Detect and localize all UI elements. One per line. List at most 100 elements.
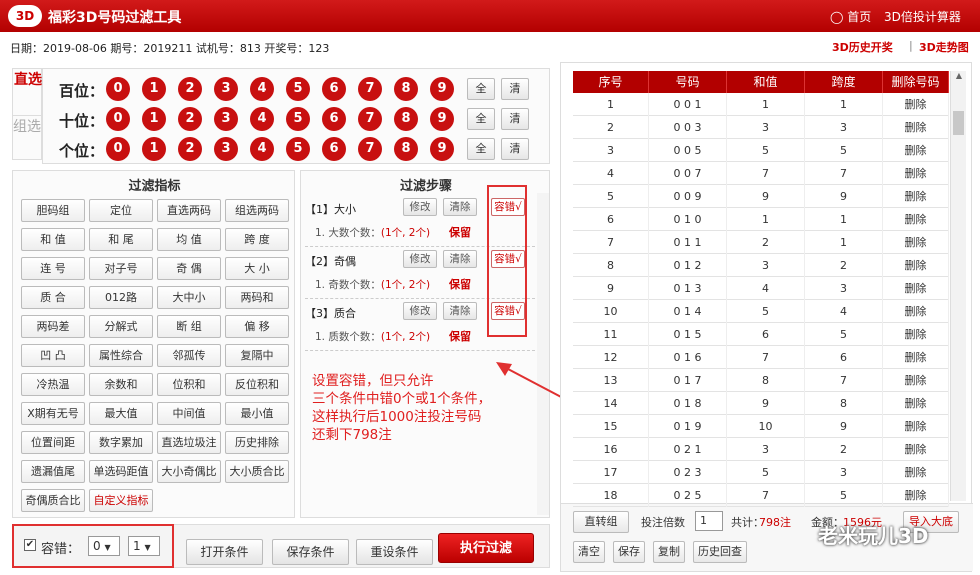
mode-direct-tab[interactable]: 直选 <box>13 71 43 89</box>
multiple-input[interactable]: 1 <box>695 511 723 531</box>
indicator-button-24[interactable]: 冷热温 <box>21 373 85 396</box>
indicator-button-34[interactable]: 直选垃圾注 <box>157 431 221 454</box>
digit-ball-hundreds-0[interactable]: 0 <box>106 77 130 101</box>
table-cell-4[interactable]: 删除 <box>883 139 949 162</box>
digit-ball-tens-4[interactable]: 4 <box>250 107 274 131</box>
table-cell-4[interactable]: 删除 <box>883 438 949 461</box>
digit-ball-hundreds-5[interactable]: 5 <box>286 77 310 101</box>
indicator-button-6[interactable]: 均 值 <box>157 228 221 251</box>
table-cell-4[interactable]: 删除 <box>883 323 949 346</box>
digit-ball-tens-0[interactable]: 0 <box>106 107 130 131</box>
trend-chart-link[interactable]: 3D走势图 <box>919 39 969 55</box>
select-all-button-units[interactable]: 全 <box>467 138 495 160</box>
indicator-button-28[interactable]: X期有无号 <box>21 402 85 425</box>
digit-ball-tens-3[interactable]: 3 <box>214 107 238 131</box>
step-clear-button-2[interactable]: 清除 <box>443 250 477 268</box>
digit-ball-units-4[interactable]: 4 <box>250 137 274 161</box>
indicator-button-31[interactable]: 最小值 <box>225 402 289 425</box>
copy-button[interactable]: 复制 <box>653 541 685 563</box>
indicator-button-32[interactable]: 位置间距 <box>21 431 85 454</box>
digit-ball-tens-7[interactable]: 7 <box>358 107 382 131</box>
indicator-button-40[interactable]: 奇偶质合比 <box>21 489 85 512</box>
digit-ball-tens-2[interactable]: 2 <box>178 107 202 131</box>
indicator-button-21[interactable]: 属性综合 <box>89 344 153 367</box>
digit-ball-units-0[interactable]: 0 <box>106 137 130 161</box>
clear-button-tens[interactable]: 清 <box>501 108 529 130</box>
digit-ball-tens-1[interactable]: 1 <box>142 107 166 131</box>
indicator-button-36[interactable]: 遗漏值尾 <box>21 460 85 483</box>
indicator-button-38[interactable]: 大小奇偶比 <box>157 460 221 483</box>
digit-ball-units-8[interactable]: 8 <box>394 137 418 161</box>
table-cell-4[interactable]: 删除 <box>883 116 949 139</box>
step-clear-button-3[interactable]: 清除 <box>443 302 477 320</box>
digit-ball-units-3[interactable]: 3 <box>214 137 238 161</box>
indicator-button-27[interactable]: 反位积和 <box>225 373 289 396</box>
indicator-button-29[interactable]: 最大值 <box>89 402 153 425</box>
table-cell-4[interactable]: 删除 <box>883 231 949 254</box>
step-tolerance-button-3[interactable]: 容错√ <box>491 302 525 320</box>
indicator-button-25[interactable]: 余数和 <box>89 373 153 396</box>
table-scrollbar[interactable]: ▲ <box>950 71 966 501</box>
indicator-button-18[interactable]: 断 组 <box>157 315 221 338</box>
history-check-button[interactable]: 历史回查 <box>693 541 747 563</box>
nav-home-link[interactable]: ◯ 首页 <box>830 8 871 25</box>
digit-ball-hundreds-6[interactable]: 6 <box>322 77 346 101</box>
step-clear-button-1[interactable]: 清除 <box>443 198 477 216</box>
digit-ball-tens-5[interactable]: 5 <box>286 107 310 131</box>
indicator-button-35[interactable]: 历史排除 <box>225 431 289 454</box>
indicator-button-15[interactable]: 两码和 <box>225 286 289 309</box>
scroll-thumb[interactable] <box>953 111 964 135</box>
indicator-button-9[interactable]: 对子号 <box>89 257 153 280</box>
digit-ball-tens-6[interactable]: 6 <box>322 107 346 131</box>
steps-scrollbar[interactable] <box>537 193 549 515</box>
table-cell-4[interactable]: 删除 <box>883 346 949 369</box>
digit-ball-hundreds-2[interactable]: 2 <box>178 77 202 101</box>
indicator-button-3[interactable]: 组选两码 <box>225 199 289 222</box>
indicator-button-12[interactable]: 质 合 <box>21 286 85 309</box>
indicator-button-39[interactable]: 大小质合比 <box>225 460 289 483</box>
history-draws-link[interactable]: 3D历史开奖 <box>832 39 893 55</box>
digit-ball-units-7[interactable]: 7 <box>358 137 382 161</box>
indicator-button-4[interactable]: 和 值 <box>21 228 85 251</box>
indicator-button-14[interactable]: 大中小 <box>157 286 221 309</box>
indicator-button-16[interactable]: 两码差 <box>21 315 85 338</box>
indicator-button-10[interactable]: 奇 偶 <box>157 257 221 280</box>
mode-group-tab[interactable]: 组选 <box>13 115 41 136</box>
open-conditions-button[interactable]: 打开条件 <box>186 539 263 565</box>
table-cell-4[interactable]: 删除 <box>883 300 949 323</box>
indicator-button-0[interactable]: 胆码组 <box>21 199 85 222</box>
digit-ball-hundreds-9[interactable]: 9 <box>430 77 454 101</box>
indicator-button-8[interactable]: 连 号 <box>21 257 85 280</box>
step-modify-button-1[interactable]: 修改 <box>403 198 437 216</box>
step-tolerance-button-2[interactable]: 容错√ <box>491 250 525 268</box>
indicator-button-17[interactable]: 分解式 <box>89 315 153 338</box>
table-cell-4[interactable]: 删除 <box>883 484 949 507</box>
indicator-button-26[interactable]: 位积和 <box>157 373 221 396</box>
indicator-button-1[interactable]: 定位 <box>89 199 153 222</box>
indicator-button-41[interactable]: 自定义指标 <box>89 489 153 512</box>
indicator-button-13[interactable]: 012路 <box>89 286 153 309</box>
digit-ball-units-6[interactable]: 6 <box>322 137 346 161</box>
indicator-button-5[interactable]: 和 尾 <box>89 228 153 251</box>
save-conditions-button[interactable]: 保存条件 <box>272 539 349 565</box>
run-filter-button[interactable]: 执行过滤 <box>438 533 534 563</box>
indicator-button-37[interactable]: 单选码距值 <box>89 460 153 483</box>
indicator-button-20[interactable]: 凹 凸 <box>21 344 85 367</box>
indicator-button-7[interactable]: 跨 度 <box>225 228 289 251</box>
table-cell-4[interactable]: 删除 <box>883 392 949 415</box>
indicator-button-30[interactable]: 中间值 <box>157 402 221 425</box>
indicator-button-19[interactable]: 偏 移 <box>225 315 289 338</box>
digit-ball-hundreds-4[interactable]: 4 <box>250 77 274 101</box>
digit-ball-hundreds-1[interactable]: 1 <box>142 77 166 101</box>
digit-ball-units-9[interactable]: 9 <box>430 137 454 161</box>
tolerance-to-select[interactable]: 1 ▼ <box>128 536 160 556</box>
step-modify-button-2[interactable]: 修改 <box>403 250 437 268</box>
digit-ball-hundreds-8[interactable]: 8 <box>394 77 418 101</box>
table-cell-4[interactable]: 删除 <box>883 93 949 116</box>
tolerance-from-select[interactable]: 0 ▼ <box>88 536 120 556</box>
table-cell-4[interactable]: 删除 <box>883 254 949 277</box>
empty-button[interactable]: 清空 <box>573 541 605 563</box>
digit-ball-hundreds-7[interactable]: 7 <box>358 77 382 101</box>
digit-ball-units-1[interactable]: 1 <box>142 137 166 161</box>
indicator-button-2[interactable]: 直选两码 <box>157 199 221 222</box>
